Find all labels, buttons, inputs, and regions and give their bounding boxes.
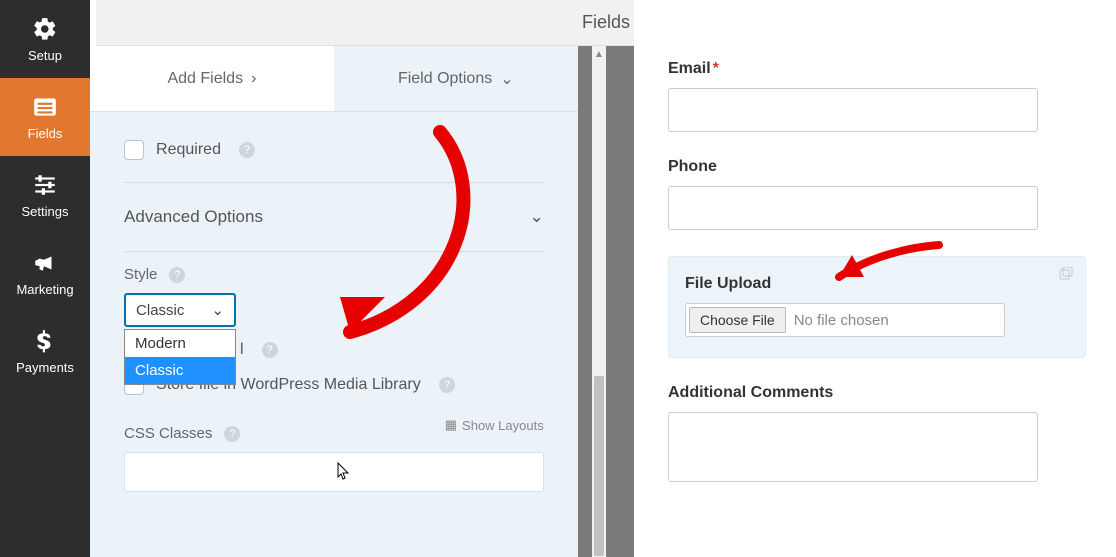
- css-classes-row: CSS Classes ? ▦ Show Layouts: [124, 417, 544, 492]
- sidebar-item-fields[interactable]: Fields: [0, 78, 90, 156]
- panel-tabs: Add Fields › Field Options ⌄: [90, 46, 578, 112]
- required-asterisk: *: [713, 60, 719, 77]
- chevron-down-icon: ⌄: [529, 207, 543, 227]
- style-label-row: Style ?: [124, 266, 544, 283]
- sidebar-item-settings[interactable]: Settings: [0, 156, 90, 234]
- partial-label: l: [240, 341, 244, 359]
- css-classes-input[interactable]: [124, 452, 544, 492]
- comments-field-group: Additional Comments: [668, 384, 1086, 485]
- divider: [124, 251, 544, 252]
- sidebar-item-payments[interactable]: Payments: [0, 312, 90, 390]
- sliders-icon: [32, 172, 58, 198]
- dollar-icon: [32, 328, 58, 354]
- sidebar: Setup Fields Settings Marketing Payments: [0, 0, 90, 557]
- phone-input[interactable]: [668, 186, 1038, 230]
- chevron-down-icon: ⌄: [211, 301, 224, 319]
- scroll-thumb[interactable]: [594, 376, 604, 556]
- form-preview: Email* Phone File Upload Choose File No …: [634, 0, 1116, 557]
- style-option-modern[interactable]: Modern: [125, 330, 235, 357]
- grid-icon: ▦: [445, 417, 457, 433]
- style-option-classic[interactable]: Classic: [125, 357, 235, 384]
- options-panel: Add Fields › Field Options ⌄ Required ? …: [90, 0, 578, 557]
- style-select-value: Classic: [136, 302, 184, 319]
- help-icon[interactable]: ?: [262, 342, 278, 358]
- list-icon: [32, 94, 58, 120]
- chevron-right-icon: ›: [251, 70, 256, 88]
- email-input[interactable]: [668, 88, 1038, 132]
- phone-label: Phone: [668, 158, 1086, 176]
- sidebar-item-label: Marketing: [16, 282, 73, 297]
- advanced-options-toggle[interactable]: Advanced Options ⌄: [124, 197, 544, 237]
- help-icon[interactable]: ?: [439, 377, 455, 393]
- required-label: Required: [156, 141, 221, 159]
- sidebar-item-setup[interactable]: Setup: [0, 0, 90, 78]
- scrollbar[interactable]: ▲: [592, 46, 606, 557]
- page-title: Fields: [582, 12, 630, 33]
- file-status-text: No file chosen: [794, 312, 889, 329]
- email-field-group: Email*: [668, 60, 1086, 132]
- sidebar-item-marketing[interactable]: Marketing: [0, 234, 90, 312]
- duplicate-icon[interactable]: [1057, 267, 1073, 286]
- help-icon[interactable]: ?: [224, 426, 240, 442]
- email-label-text: Email: [668, 60, 711, 77]
- phone-field-group: Phone: [668, 158, 1086, 230]
- tab-label: Field Options: [398, 70, 492, 88]
- comments-label: Additional Comments: [668, 384, 1086, 402]
- chevron-down-icon: ⌄: [500, 69, 513, 89]
- sidebar-item-label: Settings: [22, 204, 69, 219]
- show-layouts-link[interactable]: ▦ Show Layouts: [445, 417, 544, 433]
- section-title: Advanced Options: [124, 207, 263, 227]
- style-label: Style: [124, 266, 157, 283]
- required-row: Required ?: [124, 132, 544, 168]
- sidebar-item-label: Setup: [28, 48, 62, 63]
- style-dropdown: Modern Classic: [124, 329, 236, 385]
- gear-icon: [32, 16, 58, 42]
- divider: [124, 182, 544, 183]
- help-icon[interactable]: ?: [239, 142, 255, 158]
- tab-field-options[interactable]: Field Options ⌄: [334, 46, 578, 111]
- css-classes-label: CSS Classes: [124, 425, 212, 442]
- tab-label: Add Fields: [167, 70, 243, 88]
- help-icon[interactable]: ?: [169, 267, 185, 283]
- file-upload-label: File Upload: [685, 275, 1069, 293]
- tab-add-fields[interactable]: Add Fields ›: [90, 46, 334, 111]
- choose-file-button[interactable]: Choose File: [689, 307, 786, 333]
- panel-body: Required ? Advanced Options ⌄ Style ? Cl…: [90, 112, 578, 557]
- sidebar-item-label: Payments: [16, 360, 74, 375]
- sidebar-item-label: Fields: [28, 126, 63, 141]
- style-select[interactable]: Classic ⌄ Modern Classic: [124, 293, 236, 327]
- file-upload-block[interactable]: File Upload Choose File No file chosen: [668, 256, 1086, 358]
- file-input-row: Choose File No file chosen: [685, 303, 1005, 337]
- email-label: Email*: [668, 60, 1086, 78]
- required-checkbox[interactable]: [124, 140, 144, 160]
- comments-textarea[interactable]: [668, 412, 1038, 482]
- show-layouts-label: Show Layouts: [462, 418, 544, 433]
- scroll-up-icon[interactable]: ▲: [592, 46, 606, 62]
- bullhorn-icon: [32, 250, 58, 276]
